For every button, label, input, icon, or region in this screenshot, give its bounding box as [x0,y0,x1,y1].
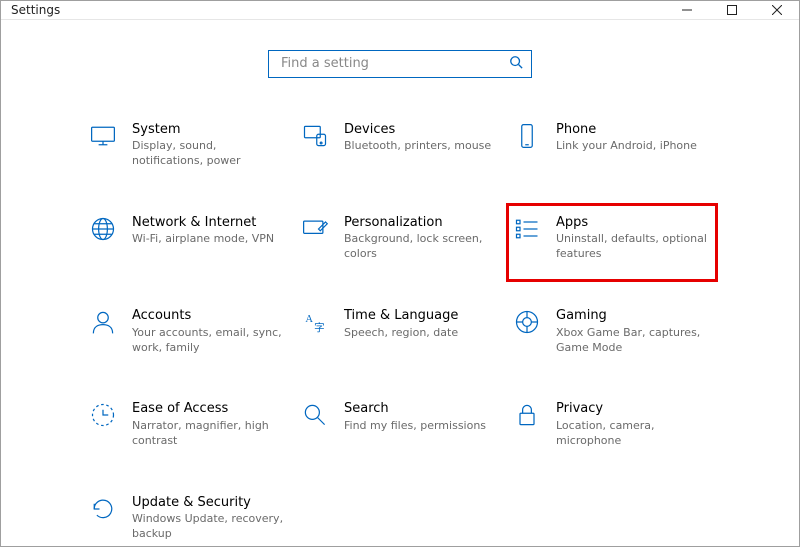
settings-window: Settings SystemDisplay, sound, notificat… [0,0,800,547]
tile-subtitle: Windows Update, recovery, backup [132,512,288,542]
tile-subtitle: Xbox Game Bar, captures, Game Mode [556,326,712,356]
phone-icon [512,122,542,152]
tile-title: Network & Internet [132,215,274,231]
tile-phone[interactable]: PhoneLink your Android, iPhone [508,118,716,173]
tile-title: Phone [556,122,697,138]
category-grid: SystemDisplay, sound, notifications, pow… [84,118,716,546]
tile-title: Update & Security [132,495,288,511]
search-icon [509,54,523,73]
search-box[interactable] [268,50,532,78]
globe-icon [88,215,118,245]
tile-subtitle: Link your Android, iPhone [556,139,697,154]
tile-title: Accounts [132,308,288,324]
tile-network[interactable]: Network & InternetWi-Fi, airplane mode, … [84,211,292,266]
svg-text:A: A [305,314,313,325]
tile-title: Gaming [556,308,712,324]
window-controls [664,1,799,19]
tile-title: Devices [344,122,491,138]
tile-personalization[interactable]: PersonalizationBackground, lock screen, … [296,211,504,266]
gaming-icon [512,308,542,338]
brush-icon [300,215,330,245]
tile-privacy[interactable]: Privacy Location, camera, microphone [508,397,716,452]
tile-title: System [132,122,288,138]
close-button[interactable] [754,1,799,19]
tile-title: Personalization [344,215,500,231]
tile-subtitle: Location, camera, microphone [556,419,712,449]
ease-icon [88,401,118,431]
update-icon [88,495,118,525]
tile-gaming[interactable]: Gaming Xbox Game Bar, captures, Game Mode [508,304,716,359]
devices-icon [300,122,330,152]
tile-subtitle: Background, lock screen, colors [344,232,500,262]
tile-time-language[interactable]: A字 Time & Language Speech, region, date [296,304,504,359]
tile-subtitle: Wi-Fi, airplane mode, VPN [132,232,274,247]
tile-accounts[interactable]: Accounts Your accounts, email, sync, work… [84,304,292,359]
tile-title: Privacy [556,401,712,417]
tile-title: Ease of Access [132,401,288,417]
tile-title: Search [344,401,486,417]
minimize-button[interactable] [664,1,709,19]
settings-body: SystemDisplay, sound, notifications, pow… [1,20,799,546]
titlebar: Settings [1,1,799,20]
language-icon: A字 [300,308,330,338]
tile-title: Time & Language [344,308,458,324]
tile-system[interactable]: SystemDisplay, sound, notifications, pow… [84,118,292,173]
svg-text:字: 字 [314,321,325,334]
lock-icon [512,401,542,431]
tile-search[interactable]: Search Find my files, permissions [296,397,504,452]
tile-subtitle: Narrator, magnifier, high contrast [132,419,288,449]
tile-subtitle: Speech, region, date [344,326,458,341]
tile-apps[interactable]: AppsUninstall, defaults, optional featur… [508,205,716,280]
person-icon [88,308,118,338]
tile-subtitle: Bluetooth, printers, mouse [344,139,491,154]
apps-icon [512,215,542,245]
tile-subtitle: Display, sound, notifications, power [132,139,288,169]
tile-subtitle: Find my files, permissions [344,419,486,434]
maximize-button[interactable] [709,1,754,19]
tile-title: Apps [556,215,712,231]
search-input[interactable] [279,55,509,72]
system-icon [88,122,118,152]
tile-ease-of-access[interactable]: Ease of Access Narrator, magnifier, high … [84,397,292,452]
tile-subtitle: Your accounts, email, sync, work, family [132,326,288,356]
tile-subtitle: Uninstall, defaults, optional features [556,232,712,262]
tile-devices[interactable]: DevicesBluetooth, printers, mouse [296,118,504,173]
window-title: Settings [1,3,60,17]
magnifier-icon [300,401,330,431]
tile-update-security[interactable]: Update & SecurityWindows Update, recover… [84,491,292,546]
